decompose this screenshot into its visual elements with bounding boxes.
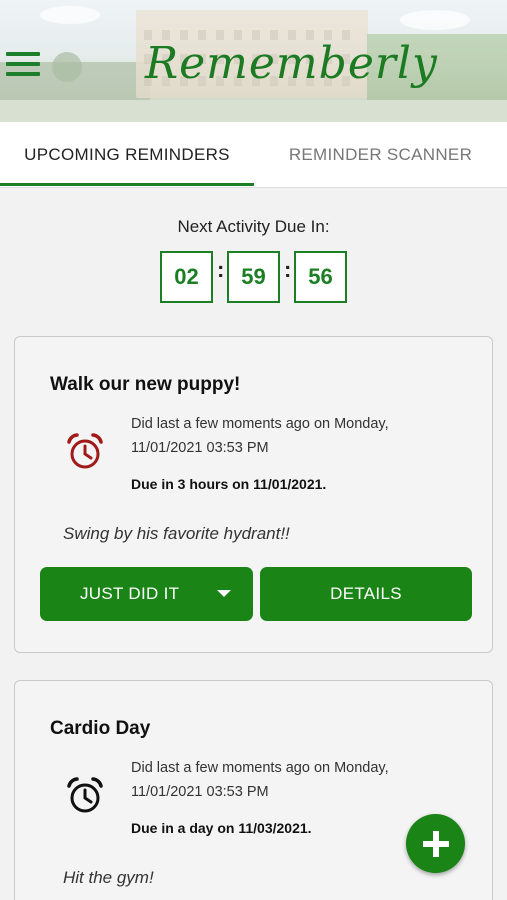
hamburger-menu-icon[interactable] [6,52,40,76]
reminder-due: Due in a day on 11/03/2021. [131,820,312,836]
just-did-it-button[interactable]: JUST DID IT [40,567,253,621]
caret-down-icon[interactable] [217,590,231,597]
countdown-minutes: 59 [227,251,280,303]
countdown-timer: 02 : 59 : 56 [160,251,350,303]
active-tab-indicator [0,183,254,186]
reminder-title: Walk our new puppy! [50,374,241,395]
tab-reminder-scanner[interactable]: REMINDER SCANNER [254,122,507,188]
app-header: Rememberly [0,0,507,122]
tab-bar: UPCOMING REMINDERS REMINDER SCANNER [0,122,507,188]
plus-icon [422,830,449,857]
reminder-last-done: Did last a few moments ago on Monday, 11… [131,416,389,456]
details-button[interactable]: DETAILS [260,567,472,621]
countdown-separator: : [284,257,292,282]
countdown-label: Next Activity Due In: [177,217,330,236]
reminder-title: Cardio Day [50,718,151,739]
reminder-note: Hit the gym! [63,868,154,887]
add-reminder-button[interactable] [406,814,465,873]
alarm-clock-icon [67,433,103,469]
countdown-hours: 02 [160,251,213,303]
reminder-last-done: Did last a few moments ago on Monday, 11… [131,760,389,800]
alarm-clock-icon [67,777,103,813]
countdown-seconds: 56 [294,251,347,303]
countdown-separator: : [217,257,225,282]
reminder-card[interactable]: Walk our new puppy! Did last a few momen… [14,336,493,653]
reminder-due: Due in 3 hours on 11/01/2021. [131,476,327,492]
reminder-note: Swing by his favorite hydrant!! [63,524,290,543]
tab-upcoming-reminders[interactable]: UPCOMING REMINDERS [0,122,254,188]
just-did-it-label: JUST DID IT [80,584,180,603]
app-logo: Rememberly [145,38,438,89]
